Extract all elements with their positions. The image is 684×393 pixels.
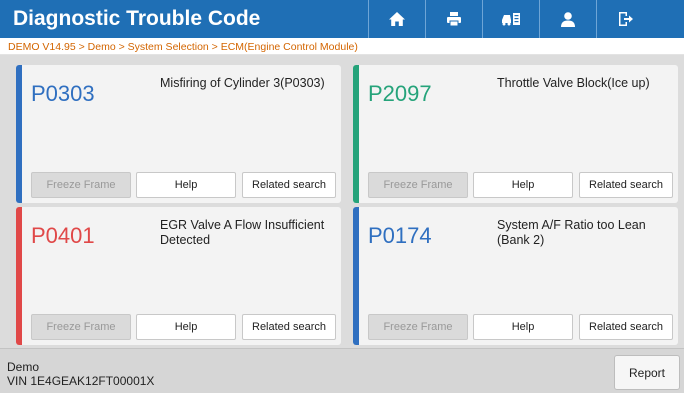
help-button[interactable]: Help bbox=[136, 314, 236, 340]
page-title: Diagnostic Trouble Code bbox=[13, 7, 261, 30]
vehicle-info-button[interactable] bbox=[483, 0, 539, 38]
dtc-description: Throttle Valve Block(Ice up) bbox=[497, 76, 650, 90]
print-icon bbox=[447, 12, 461, 27]
vehicle-vin: VIN 1E4GEAK12FT00001X bbox=[7, 374, 155, 388]
dtc-card: P0303 Misfiring of Cylinder 3(P0303) Fre… bbox=[16, 65, 341, 203]
home-icon bbox=[389, 12, 405, 26]
header-bar: Diagnostic Trouble Code bbox=[0, 0, 684, 38]
vehicle-id-icon bbox=[502, 13, 520, 26]
related-search-button[interactable]: Related search bbox=[242, 314, 336, 340]
user-button[interactable] bbox=[540, 0, 596, 38]
dtc-color-stripe bbox=[16, 65, 22, 203]
freeze-frame-button: Freeze Frame bbox=[31, 314, 131, 340]
dtc-card: P0401 EGR Valve A Flow Insufficient Dete… bbox=[16, 207, 341, 345]
freeze-frame-button: Freeze Frame bbox=[368, 172, 468, 198]
dtc-card: P0174 System A/F Ratio too Lean (Bank 2)… bbox=[353, 207, 678, 345]
home-button[interactable] bbox=[369, 0, 425, 38]
related-search-button[interactable]: Related search bbox=[579, 314, 673, 340]
dtc-color-stripe bbox=[16, 207, 22, 345]
exit-icon bbox=[619, 12, 633, 26]
breadcrumb-bar: DEMO V14.95 > Demo > System Selection > … bbox=[0, 38, 684, 55]
dtc-description: Misfiring of Cylinder 3(P0303) bbox=[160, 76, 325, 90]
dtc-description: System A/F Ratio too Lean (Bank 2) bbox=[497, 218, 646, 247]
report-button[interactable]: Report bbox=[614, 355, 680, 390]
dtc-code: P0401 bbox=[31, 223, 95, 248]
dtc-list: P0303 Misfiring of Cylinder 3(P0303) Fre… bbox=[0, 55, 684, 348]
dtc-color-stripe bbox=[353, 207, 359, 345]
breadcrumb: DEMO V14.95 > Demo > System Selection > … bbox=[8, 41, 358, 53]
exit-button[interactable] bbox=[597, 0, 653, 38]
dtc-code: P2097 bbox=[368, 81, 432, 106]
dtc-description: EGR Valve A Flow Insufficient Detected bbox=[160, 218, 325, 247]
freeze-frame-button: Freeze Frame bbox=[368, 314, 468, 340]
related-search-button[interactable]: Related search bbox=[242, 172, 336, 198]
dtc-code: P0303 bbox=[31, 81, 95, 106]
footer-bar: Demo VIN 1E4GEAK12FT00001X Report bbox=[0, 348, 684, 393]
print-button[interactable] bbox=[426, 0, 482, 38]
vehicle-name: Demo bbox=[7, 360, 40, 374]
freeze-frame-button: Freeze Frame bbox=[31, 172, 131, 198]
dtc-code: P0174 bbox=[368, 223, 432, 248]
user-icon bbox=[561, 12, 575, 27]
dtc-color-stripe bbox=[353, 65, 359, 203]
help-button[interactable]: Help bbox=[136, 172, 236, 198]
dtc-card: P2097 Throttle Valve Block(Ice up) Freez… bbox=[353, 65, 678, 203]
help-button[interactable]: Help bbox=[473, 314, 573, 340]
related-search-button[interactable]: Related search bbox=[579, 172, 673, 198]
help-button[interactable]: Help bbox=[473, 172, 573, 198]
